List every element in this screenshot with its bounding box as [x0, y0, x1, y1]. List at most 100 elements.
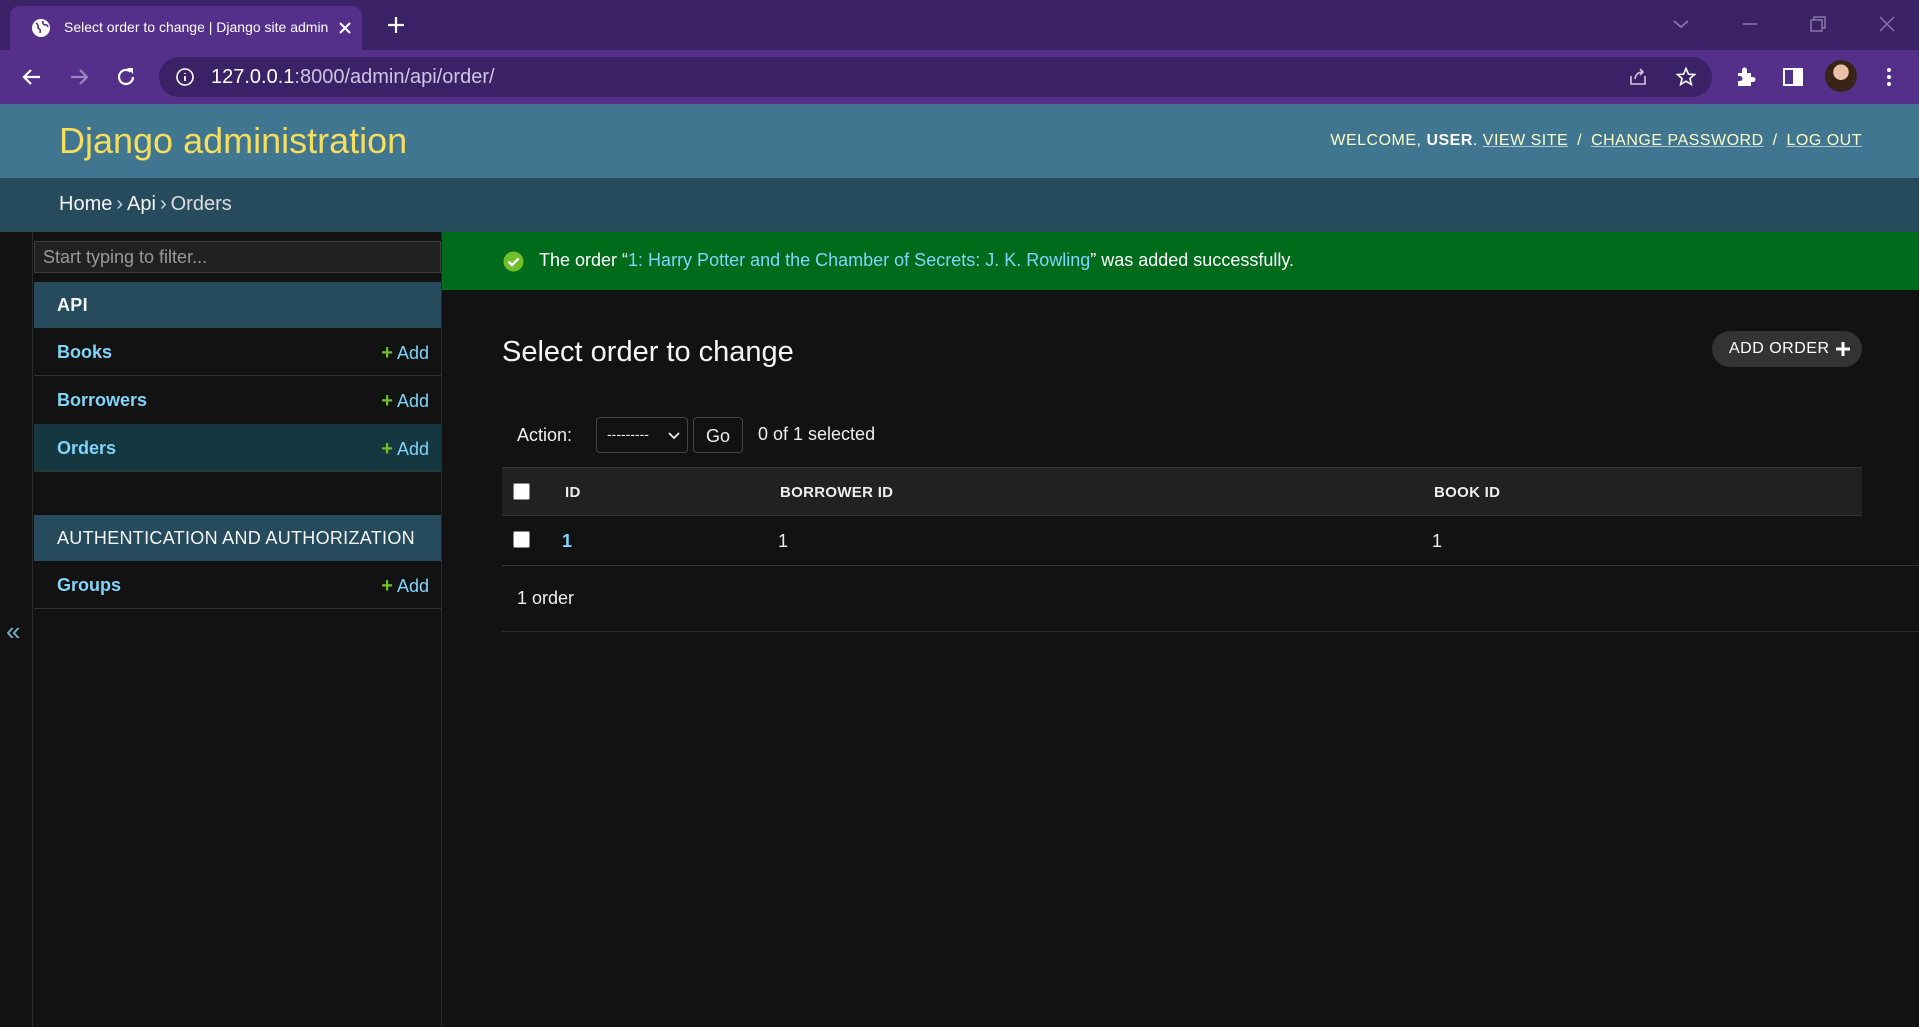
success-check-icon — [503, 251, 524, 272]
sidebar-item-orders: Orders + Add — [34, 424, 441, 472]
address-bar[interactable]: 127.0.0.1:8000/admin/api/order/ — [159, 57, 1712, 97]
add-order-label: ADD ORDER — [1729, 340, 1830, 357]
sidebar-item-groups: Groups + Add — [34, 561, 441, 609]
add-orders-link[interactable]: + Add — [381, 438, 429, 461]
period: . — [1472, 132, 1478, 149]
select-all-checkbox[interactable] — [513, 483, 530, 500]
app-auth-caption[interactable]: AUTHENTICATION AND AUTHORIZATION — [34, 515, 441, 561]
browser-tab-strip: Select order to change | Django site adm… — [0, 0, 1919, 50]
add-label: Add — [396, 343, 429, 363]
share-icon[interactable] — [1627, 66, 1649, 88]
app-api-label: API — [57, 295, 88, 315]
app-auth-label: AUTHENTICATION AND AUTHORIZATION — [57, 528, 415, 548]
new-tab-icon[interactable] — [384, 13, 408, 37]
separator: / — [1577, 132, 1583, 149]
action-label: Action: — [517, 425, 573, 445]
add-icon: + — [381, 575, 393, 597]
actions-bar: Action: --------- Go 0 of 1 selected — [502, 410, 1862, 456]
groups-link[interactable]: Groups — [57, 575, 121, 596]
column-book-id[interactable]: BOOK ID — [1434, 484, 1500, 501]
url-text[interactable]: 127.0.0.1:8000/admin/api/order/ — [211, 66, 495, 89]
admin-header: Django administration Welcome, user. Vie… — [0, 104, 1919, 178]
add-icon: + — [381, 390, 393, 412]
breadcrumb-orders: Orders — [170, 193, 232, 215]
add-label: Add — [396, 576, 429, 596]
sidebar-item-borrowers: Borrowers + Add — [34, 376, 441, 424]
back-icon[interactable] — [19, 64, 45, 90]
view-site-link[interactable]: View site — [1483, 132, 1568, 149]
tab-search-icon[interactable] — [1669, 12, 1693, 36]
add-books-link[interactable]: + Add — [381, 342, 429, 365]
table-header: ID BORROWER ID BOOK ID — [502, 467, 1862, 516]
add-icon: + — [381, 342, 393, 364]
collapse-sidebar-icon[interactable]: « — [6, 616, 20, 647]
column-borrower-id[interactable]: BORROWER ID — [780, 484, 893, 501]
action-select[interactable]: --------- — [596, 417, 688, 453]
table-row: 1 1 1 — [502, 516, 1862, 566]
add-icon: + — [381, 438, 393, 460]
side-panel-icon[interactable] — [1780, 64, 1806, 90]
cell-book-id: 1 — [1432, 531, 1443, 551]
close-tab-icon[interactable] — [334, 17, 356, 39]
bookmark-star-icon[interactable] — [1675, 66, 1697, 88]
go-button[interactable]: Go — [693, 417, 743, 453]
add-order-button[interactable]: ADD ORDER — [1712, 331, 1862, 367]
order-id-link[interactable]: 1 — [562, 531, 572, 552]
forward-icon[interactable] — [66, 64, 92, 90]
browser-toolbar: 127.0.0.1:8000/admin/api/order/ — [0, 50, 1919, 104]
welcome-text: Welcome, — [1330, 132, 1422, 149]
browser-tab[interactable]: Select order to change | Django site adm… — [10, 6, 362, 50]
go-label: Go — [706, 426, 731, 446]
breadcrumb-home[interactable]: Home — [59, 193, 112, 215]
breadcrumb: Home › Api › Orders — [0, 178, 1919, 232]
site-branding[interactable]: Django administration — [59, 120, 407, 162]
add-borrowers-link[interactable]: + Add — [381, 390, 429, 413]
books-link[interactable]: Books — [57, 342, 112, 363]
log-out-link[interactable]: Log out — [1786, 132, 1862, 149]
success-message: The order “1: Harry Potter and the Chamb… — [442, 232, 1919, 290]
column-id[interactable]: ID — [565, 484, 581, 501]
change-password-link[interactable]: Change password — [1591, 132, 1764, 149]
minimize-icon[interactable] — [1738, 12, 1762, 36]
chevron-down-icon — [668, 432, 680, 440]
user-tools: Welcome, user. View site / Change passwo… — [1330, 132, 1862, 150]
restore-icon[interactable] — [1806, 12, 1830, 36]
extensions-icon[interactable] — [1733, 64, 1759, 90]
borrowers-link[interactable]: Borrowers — [57, 390, 147, 411]
page-title: Select order to change — [502, 336, 794, 368]
nav-sidebar: API Books +Add Borrowers +Add Orders +Ad… — [33, 232, 442, 1027]
reload-icon[interactable] — [113, 64, 139, 90]
site-info-icon[interactable] — [175, 67, 195, 87]
nav-filter-input[interactable] — [34, 241, 441, 273]
globe-icon — [32, 19, 50, 37]
message-text: The order “1: Harry Potter and the Chamb… — [539, 250, 1294, 271]
message-suffix: ” was added successfully. — [1090, 250, 1295, 270]
row-select-checkbox[interactable] — [513, 531, 530, 548]
paginator: 1 order — [502, 566, 1919, 632]
profile-avatar[interactable] — [1825, 60, 1857, 92]
added-order-link[interactable]: 1: Harry Potter and the Chamber of Secre… — [628, 250, 1090, 270]
sidebar-item-books: Books + Add — [34, 328, 441, 376]
add-label: Add — [396, 439, 429, 459]
breadcrumb-api[interactable]: Api — [127, 193, 156, 215]
add-groups-link[interactable]: + Add — [381, 575, 429, 598]
selection-counter: 0 of 1 selected — [758, 424, 876, 444]
sidebar-toggle[interactable]: « — [0, 232, 33, 1027]
cell-borrower-id: 1 — [778, 531, 789, 551]
url-path: :8000/admin/api/order/ — [294, 66, 495, 88]
username: user — [1426, 132, 1473, 149]
result-count: 1 order — [517, 588, 575, 608]
breadcrumb-separator: › — [116, 193, 124, 215]
plus-icon — [1836, 342, 1850, 356]
orders-link[interactable]: Orders — [57, 438, 116, 459]
menu-icon[interactable] — [1876, 64, 1902, 90]
message-prefix: The order “ — [539, 250, 629, 270]
action-select-value: --------- — [607, 426, 649, 442]
close-window-icon[interactable] — [1875, 12, 1899, 36]
separator: / — [1772, 132, 1778, 149]
tab-title: Select order to change | Django site adm… — [64, 19, 329, 35]
app-api-caption[interactable]: API — [34, 282, 441, 328]
breadcrumb-separator: › — [159, 193, 167, 215]
url-host: 127.0.0.1 — [211, 66, 295, 88]
add-label: Add — [396, 391, 429, 411]
